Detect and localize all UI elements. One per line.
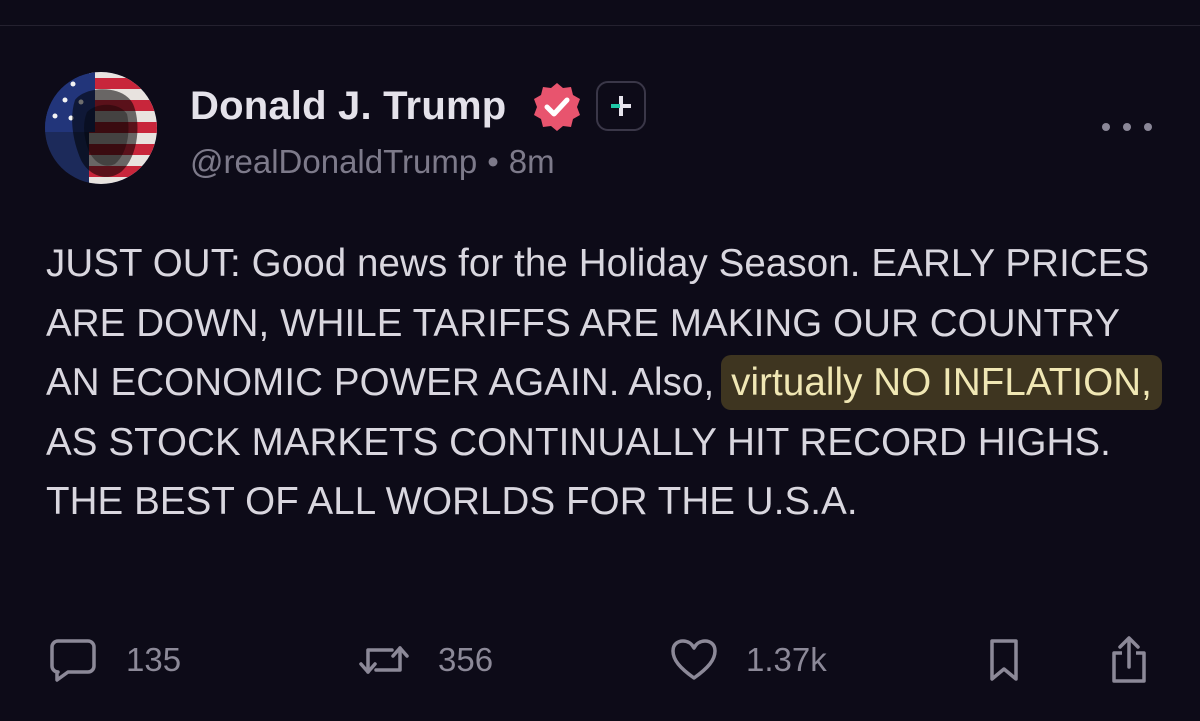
post-text: JUST OUT: Good news for the Holiday Seas… [46, 234, 1166, 532]
post-text-part: AS STOCK MARKETS CONTINUALLY HIT RECORD … [46, 420, 1111, 524]
plus-icon [611, 96, 631, 116]
highlighted-text: virtually NO INFLATION, [721, 355, 1162, 410]
bookmark-button[interactable] [986, 630, 1022, 690]
author-handle[interactable]: @realDonaldTrump [190, 143, 477, 180]
author-meta: @realDonaldTrump • 8m [190, 142, 555, 182]
bookmark-icon [990, 639, 1018, 681]
reply-count: 135 [126, 641, 182, 678]
reply-button[interactable]: 135 [48, 630, 181, 690]
more-dot [1144, 123, 1152, 131]
like-count: 1.37k [746, 641, 827, 678]
share-button[interactable] [1108, 630, 1150, 690]
follow-button[interactable] [596, 81, 646, 131]
like-button[interactable]: 1.37k [670, 630, 827, 690]
repost-icon [359, 646, 409, 674]
verified-badge-icon [530, 80, 584, 134]
post-card: Donald J. Trump @realDonaldTrump • 8m JUST… [0, 0, 1200, 721]
more-icon[interactable] [1102, 116, 1152, 138]
action-bar: 135 356 1.37k [0, 630, 1200, 690]
post-timestamp[interactable]: 8m [509, 143, 555, 180]
top-divider [0, 25, 1200, 26]
more-dot [1123, 123, 1131, 131]
repost-count: 356 [438, 641, 494, 678]
share-icon [1112, 636, 1146, 683]
heart-icon [671, 639, 717, 680]
repost-button[interactable]: 356 [358, 630, 493, 690]
more-dot [1102, 123, 1110, 131]
meta-separator: • [487, 143, 499, 180]
author-display-name[interactable]: Donald J. Trump [190, 82, 506, 130]
comment-icon [50, 639, 96, 682]
avatar[interactable] [45, 72, 157, 184]
